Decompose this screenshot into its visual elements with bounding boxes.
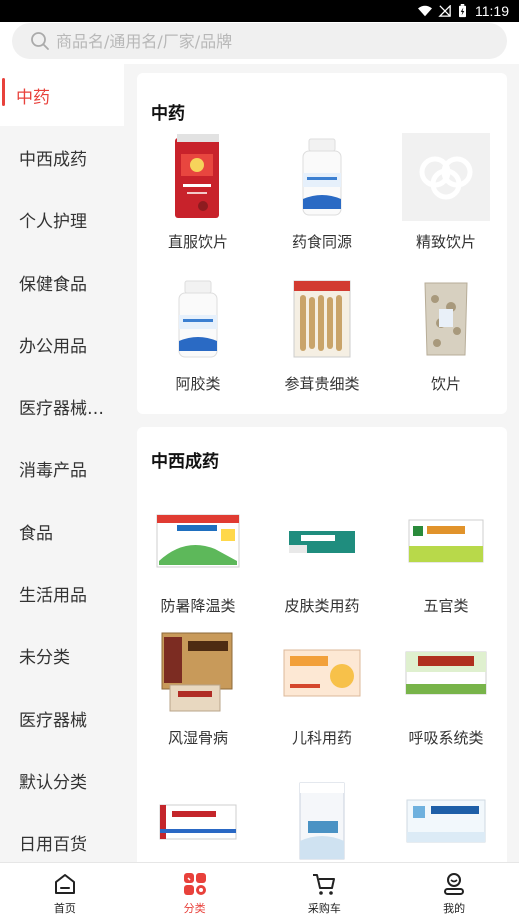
product-image xyxy=(154,629,242,717)
sidebar-item-label: 中西成药 xyxy=(19,149,87,170)
home-icon xyxy=(54,874,75,894)
product-tile[interactable]: 阿胶类 xyxy=(137,275,259,394)
product-tile[interactable]: 直服饮片 xyxy=(137,133,259,252)
sidebar-item-label: 默认分类 xyxy=(19,772,87,793)
sidebar-item-zhongxichengyao[interactable]: 中西成药 xyxy=(0,126,124,188)
product-name: 药食同源 xyxy=(291,233,352,251)
product-name: 参茸贵细类 xyxy=(284,375,360,393)
product-image xyxy=(402,497,490,585)
product-image xyxy=(154,777,242,862)
sidebar-item-health-food[interactable]: 保健食品 xyxy=(0,251,124,313)
product-name: 直服饮片 xyxy=(167,233,228,251)
product-tile[interactable]: 参茸贵细类 xyxy=(261,275,383,394)
product-image xyxy=(402,133,490,221)
sidebar-item-label: 食品 xyxy=(19,523,53,544)
sidebar-item-food[interactable]: 食品 xyxy=(0,500,124,562)
sidebar-item-label: 医疗器械 xyxy=(19,710,87,731)
sidebar-item-label: 中药 xyxy=(16,87,50,108)
section-title: 中药 xyxy=(151,104,185,124)
sidebar-item-label: 个人护理 xyxy=(19,212,87,233)
product-tile[interactable]: 呼吸系统类 xyxy=(385,629,507,748)
product-name: 饮片 xyxy=(430,375,461,393)
tab-label: 我的 xyxy=(443,902,466,915)
product-tile[interactable]: 药食同源 xyxy=(261,133,383,252)
product-image xyxy=(154,133,242,221)
product-tile[interactable]: 饮片 xyxy=(385,275,507,394)
product-image xyxy=(278,777,366,862)
product-tile[interactable]: 皮肤类用药 xyxy=(261,497,383,616)
product-name: 防暑降温类 xyxy=(160,597,236,615)
product-name: 呼吸系统类 xyxy=(408,729,484,747)
product-tile[interactable]: 儿科用药 xyxy=(261,629,383,748)
product-tile[interactable]: 精致饮片 xyxy=(385,133,507,252)
category-content: 中药 直服饮片 药食同源 精致饮片 阿胶类 参茸贵细类 饮片 中西成药 防暑降温… xyxy=(124,64,519,862)
tab-label: 采购车 xyxy=(307,902,341,915)
product-image xyxy=(278,629,366,717)
search-icon xyxy=(31,32,49,50)
product-tile[interactable]: 五官类 xyxy=(385,497,507,616)
sidebar-item-label: 办公用品 xyxy=(19,336,87,357)
profile-icon xyxy=(444,873,465,895)
product-tile[interactable]: 风湿骨病 xyxy=(137,629,259,748)
section-title: 中西成药 xyxy=(151,452,219,472)
product-tile[interactable] xyxy=(137,777,259,862)
sidebar-item-label: 生活用品 xyxy=(19,586,87,607)
section-card-zhongxichengyao: 中西成药 防暑降温类 皮肤类用药 五官类 风湿骨病 儿科用药 呼吸系统类 xyxy=(137,427,507,862)
product-image xyxy=(154,275,242,363)
sidebar-item-zhongyao[interactable]: 中药 xyxy=(0,64,124,127)
status-bar: 11:19 xyxy=(0,0,519,22)
product-tile[interactable] xyxy=(261,777,383,862)
sidebar-item-personal-care[interactable]: 个人护理 xyxy=(0,189,124,251)
product-image xyxy=(278,275,366,363)
signal-off-icon xyxy=(438,5,451,17)
cart-icon xyxy=(313,874,336,895)
bottom-tab-bar: 首页 分类 采购车 我的 xyxy=(0,862,519,924)
sidebar-item-disinfection[interactable]: 消毒产品 xyxy=(0,438,124,500)
battery-charging-icon xyxy=(459,4,466,18)
sidebar-item-daily-goods[interactable]: 生活用品 xyxy=(0,562,124,624)
sidebar-item-label: 保健食品 xyxy=(19,274,87,295)
sidebar-item-office[interactable]: 办公用品 xyxy=(0,313,124,375)
tab-label: 分类 xyxy=(183,902,206,915)
sidebar-item-label: 消毒产品 xyxy=(19,461,87,482)
clock: 11:19 xyxy=(475,3,509,19)
product-name: 皮肤类用药 xyxy=(284,597,360,615)
product-name: 风湿骨病 xyxy=(167,729,228,747)
product-name: 阿胶类 xyxy=(175,375,221,393)
sidebar-item-medical-device[interactable]: 医疗器械 xyxy=(0,687,124,749)
wifi-icon xyxy=(418,5,432,17)
product-image xyxy=(154,497,242,585)
tab-home[interactable]: 首页 xyxy=(0,863,130,924)
product-name: 精致饮片 xyxy=(415,233,476,251)
product-image xyxy=(402,629,490,717)
category-sidebar: 中药 中西成药 个人护理 保健食品 办公用品 医疗器械部... 消毒产品 食品 … xyxy=(0,64,124,862)
tab-profile[interactable]: 我的 xyxy=(389,863,519,924)
product-image xyxy=(402,777,490,862)
product-tile[interactable]: 防暑降温类 xyxy=(137,497,259,616)
product-image xyxy=(278,133,366,221)
sidebar-item-default[interactable]: 默认分类 xyxy=(0,749,124,811)
sidebar-item-medical-device-dept[interactable]: 医疗器械部... xyxy=(0,375,124,437)
product-image xyxy=(278,497,366,585)
sidebar-item-label: 未分类 xyxy=(19,648,70,669)
tab-label: 首页 xyxy=(53,902,76,915)
sidebar-item-label: 医疗器械部... xyxy=(19,399,119,420)
tab-cart[interactable]: 采购车 xyxy=(260,863,390,924)
product-image xyxy=(402,275,490,363)
search-input[interactable] xyxy=(56,31,456,51)
section-card-zhongyao: 中药 直服饮片 药食同源 精致饮片 阿胶类 参茸贵细类 饮片 xyxy=(137,73,507,414)
product-name: 五官类 xyxy=(423,597,469,615)
tab-category[interactable]: 分类 xyxy=(130,863,260,924)
search-box[interactable] xyxy=(12,23,507,59)
sidebar-item-label: 日用百货 xyxy=(19,835,87,856)
product-tile[interactable] xyxy=(385,777,507,862)
search-bar xyxy=(0,22,519,64)
category-icon xyxy=(183,873,206,895)
sidebar-item-uncategorized[interactable]: 未分类 xyxy=(0,625,124,687)
product-name: 儿科用药 xyxy=(291,729,352,747)
